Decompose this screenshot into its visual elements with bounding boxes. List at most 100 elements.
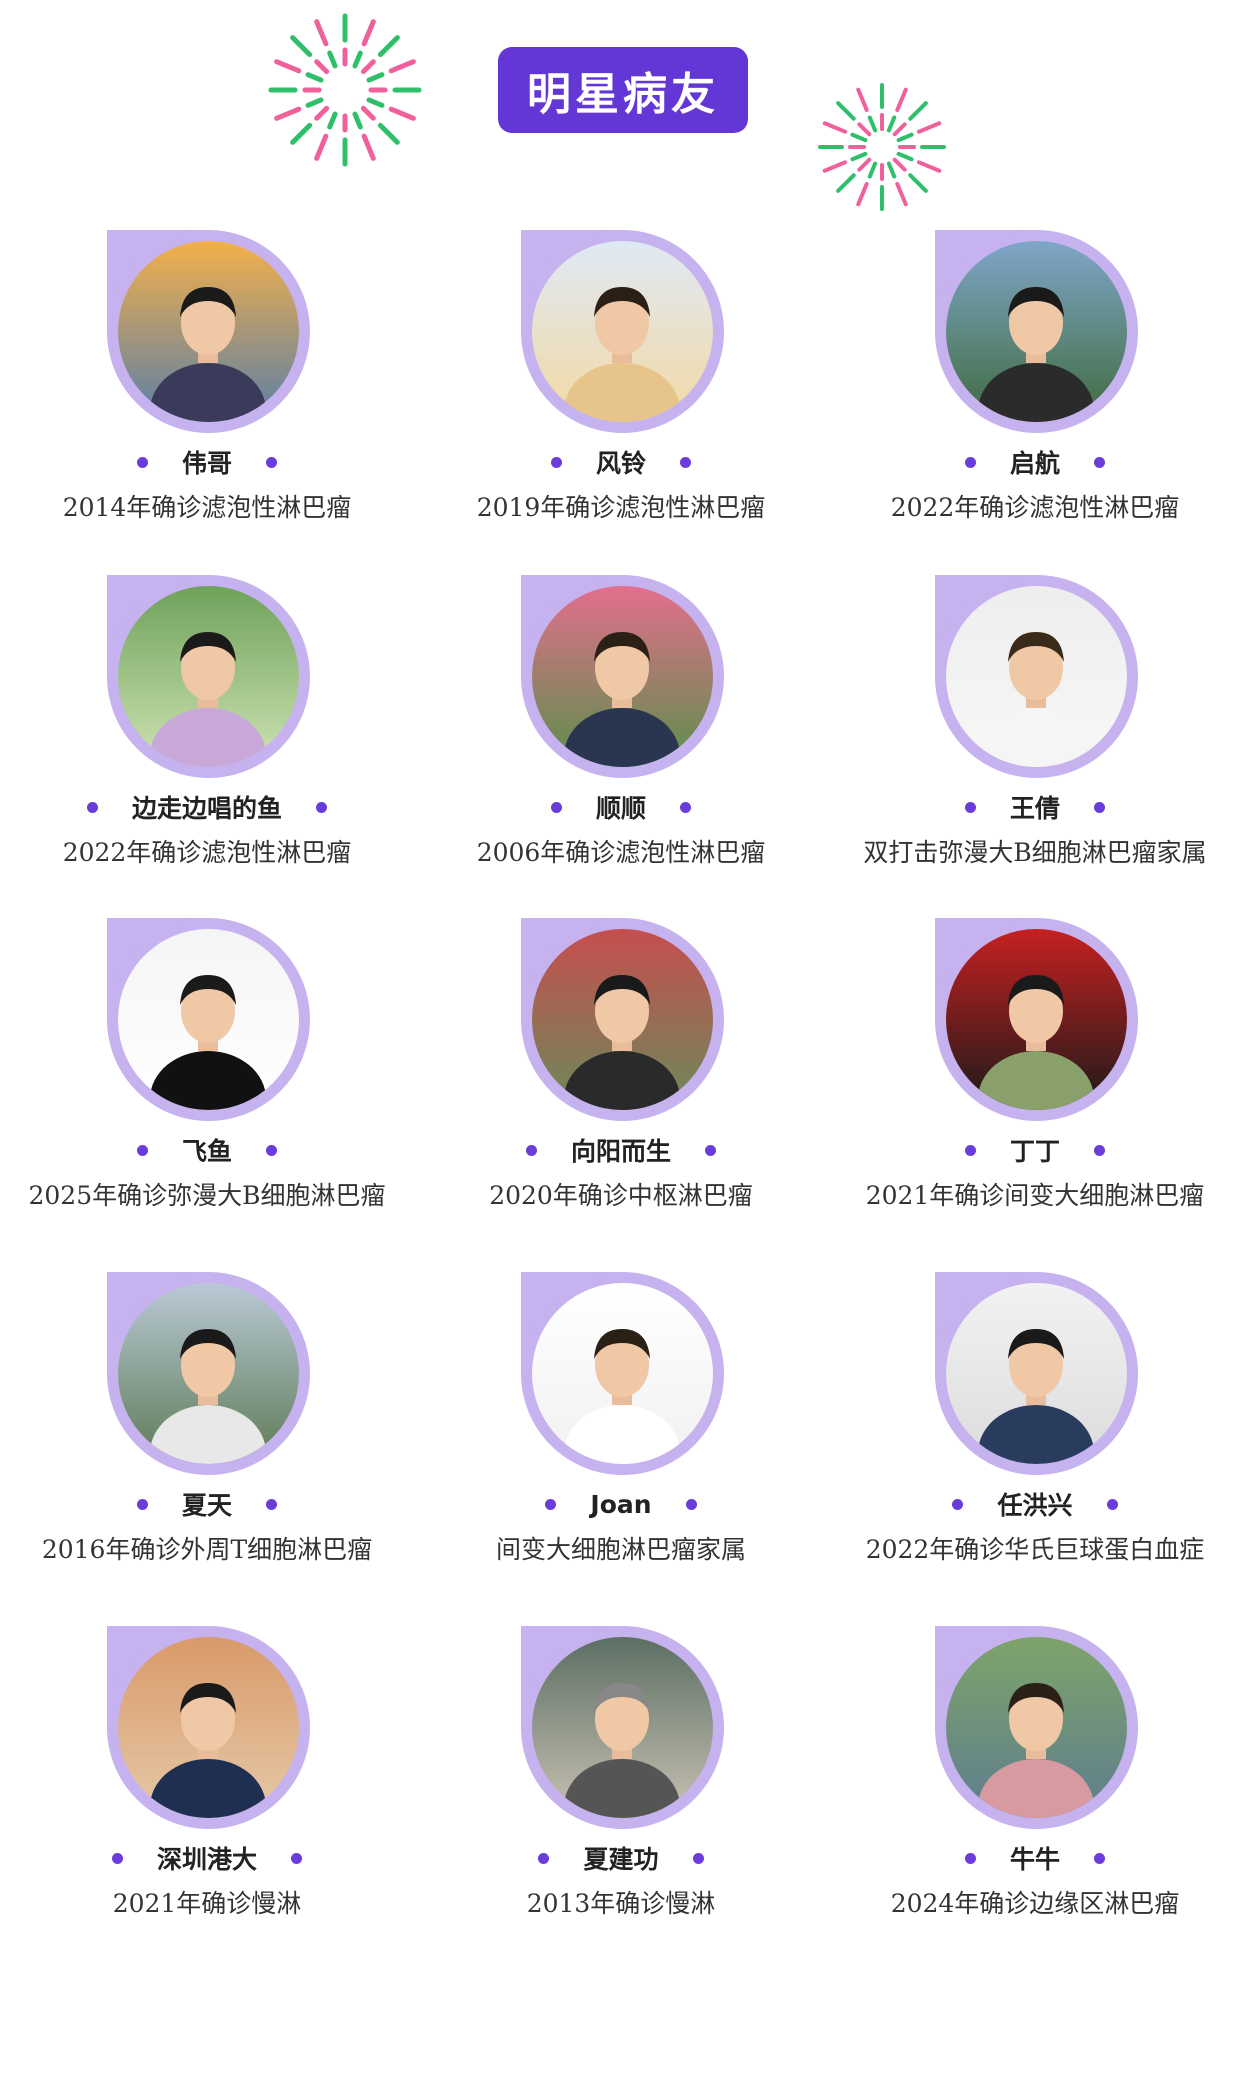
bullet-dot-icon (705, 1144, 716, 1156)
name-row: Joan (414, 1484, 828, 1524)
patient-name: 顺顺 (595, 794, 646, 823)
name-row: 伟哥 (0, 442, 414, 482)
patient-name: 任洪兴 (997, 1491, 1073, 1520)
patient-card: Joan 间变大细胞淋巴瘤家属 (414, 1272, 828, 1612)
avatar (935, 918, 1138, 1121)
patient-card: 向阳而生 2020年确诊中枢淋巴瘤 (414, 918, 828, 1258)
patient-name: 风铃 (595, 449, 646, 478)
patient-name: 向阳而生 (570, 1137, 671, 1166)
name-row: 风铃 (414, 442, 828, 482)
bullet-dot-icon (266, 1144, 277, 1156)
patient-card: 牛牛 2024年确诊边缘区淋巴瘤 (828, 1626, 1242, 1966)
name-row: 飞鱼 (0, 1130, 414, 1170)
patient-card: 夏天 2016年确诊外周T细胞淋巴瘤 (0, 1272, 414, 1612)
patient-name: 启航 (1009, 449, 1060, 478)
avatar (107, 230, 310, 433)
bullet-dot-icon (291, 1852, 302, 1864)
avatar-photo-man-on-ship-sunset (118, 241, 299, 422)
name-row: 夏建功 (414, 1838, 828, 1878)
patient-card: 飞鱼 2025年确诊弥漫大B细胞淋巴瘤 (0, 918, 414, 1258)
patient-diagnosis: 2020年确诊中枢淋巴瘤 (489, 1181, 753, 1210)
avatar (107, 918, 310, 1121)
patient-card: 顺顺 2006年确诊滤泡性淋巴瘤 (414, 575, 828, 915)
patient-diagnosis: 2022年确诊滤泡性淋巴瘤 (890, 493, 1180, 522)
avatar (521, 230, 724, 433)
bullet-dot-icon (964, 1144, 976, 1156)
bullet-dot-icon (1094, 456, 1105, 468)
patient-diagnosis: 2025年确诊弥漫大B细胞淋巴瘤 (28, 1181, 386, 1210)
bullet-dot-icon (136, 1144, 148, 1156)
avatar-photo-man-suit-sitting (118, 929, 299, 1110)
bullet-dot-icon (1094, 801, 1105, 813)
avatar (935, 575, 1138, 778)
bullet-dot-icon (111, 1852, 123, 1864)
name-row: 夏天 (0, 1484, 414, 1524)
avatar-photo-woman-peace-sign-sky (532, 241, 713, 422)
bullet-dot-icon (964, 801, 976, 813)
patient-card: 边走边唱的鱼 2022年确诊滤泡性淋巴瘤 (0, 575, 414, 915)
bullet-dot-icon (1094, 1852, 1105, 1864)
bullet-dot-icon (266, 1498, 277, 1510)
patient-diagnosis: 双打击弥漫大B细胞淋巴瘤家属 (863, 838, 1207, 867)
patient-card: 启航 2022年确诊滤泡性淋巴瘤 (828, 230, 1242, 570)
patient-card: 深圳港大 2021年确诊慢淋 (0, 1626, 414, 1966)
avatar (107, 1272, 310, 1475)
name-row: 向阳而生 (414, 1130, 828, 1170)
patient-name: 夏建功 (583, 1845, 659, 1874)
patient-card: 风铃 2019年确诊滤泡性淋巴瘤 (414, 230, 828, 570)
avatar-photo-family-group (532, 929, 713, 1110)
avatar-photo-woman-portrait (532, 1283, 713, 1464)
patient-name: 牛牛 (1009, 1845, 1060, 1874)
name-row: 任洪兴 (828, 1484, 1242, 1524)
patient-diagnosis: 2021年确诊间变大细胞淋巴瘤 (865, 1181, 1205, 1210)
bullet-dot-icon (1106, 1498, 1118, 1510)
patient-diagnosis: 2022年确诊华氏巨球蛋白血症 (865, 1535, 1205, 1564)
avatar-photo-woman-sunglasses-garden (118, 586, 299, 767)
patient-diagnosis: 2014年确诊滤泡性淋巴瘤 (62, 493, 352, 522)
bullet-dot-icon (266, 456, 277, 468)
bullet-dot-icon (136, 456, 148, 468)
avatar-photo-man-cap (946, 1283, 1127, 1464)
avatar-photo-man-great-wall (118, 1283, 299, 1464)
name-row: 边走边唱的鱼 (0, 787, 414, 827)
patient-card: 任洪兴 2022年确诊华氏巨球蛋白血症 (828, 1272, 1242, 1612)
bullet-dot-icon (550, 456, 562, 468)
patient-card: 伟哥 2014年确诊滤泡性淋巴瘤 (0, 230, 414, 570)
bullet-dot-icon (86, 801, 98, 813)
patient-diagnosis: 2024年确诊边缘区淋巴瘤 (890, 1889, 1180, 1918)
bullet-dot-icon (680, 801, 691, 813)
name-row: 王倩 (828, 787, 1242, 827)
avatar (521, 1272, 724, 1475)
patient-name: 伟哥 (181, 449, 232, 478)
avatar-photo-woman-red-background (946, 929, 1127, 1110)
bullet-dot-icon (525, 1144, 537, 1156)
patient-card: 王倩 双打击弥漫大B细胞淋巴瘤家属 (828, 575, 1242, 915)
avatar (521, 918, 724, 1121)
bullet-dot-icon (545, 1498, 557, 1510)
patient-diagnosis: 2022年确诊滤泡性淋巴瘤 (62, 838, 352, 867)
name-row: 牛牛 (828, 1838, 1242, 1878)
name-row: 启航 (828, 442, 1242, 482)
patient-name: Joan (590, 1489, 652, 1519)
patient-card: 丁丁 2021年确诊间变大细胞淋巴瘤 (828, 918, 1242, 1258)
bullet-dot-icon (136, 1498, 148, 1510)
avatar-photo-man-smiling (118, 1637, 299, 1818)
avatar-photo-man-thumbs-up-lake (946, 241, 1127, 422)
avatar (521, 575, 724, 778)
bullet-dot-icon (964, 456, 976, 468)
patient-card: 夏建功 2013年确诊慢淋 (414, 1626, 828, 1966)
avatar (935, 230, 1138, 433)
bullet-dot-icon (952, 1498, 964, 1510)
bullet-dot-icon (685, 1498, 697, 1510)
patient-name: 丁丁 (1009, 1137, 1060, 1166)
patient-diagnosis: 间变大细胞淋巴瘤家属 (495, 1535, 746, 1564)
name-row: 顺顺 (414, 787, 828, 827)
avatar (107, 575, 310, 778)
patient-name: 飞鱼 (181, 1137, 232, 1166)
patient-name: 深圳港大 (156, 1845, 257, 1874)
bullet-dot-icon (316, 801, 327, 813)
patient-grid: 伟哥 2014年确诊滤泡性淋巴瘤 风铃 2019年确诊滤泡性淋巴瘤 启航 202… (0, 0, 1242, 2100)
patient-name: 夏天 (181, 1491, 232, 1520)
avatar (521, 1626, 724, 1829)
name-row: 深圳港大 (0, 1838, 414, 1878)
